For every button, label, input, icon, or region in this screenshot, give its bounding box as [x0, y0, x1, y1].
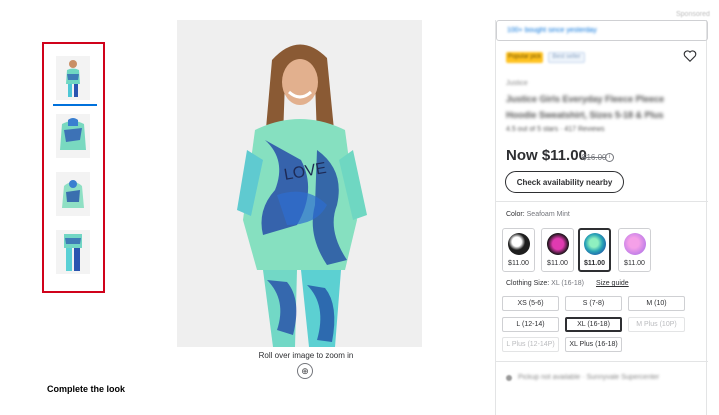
size-option-xs[interactable]: XS (5-6) [502, 296, 559, 311]
product-title-line-1: Justice Girls Everyday Fleece Pleece [506, 94, 665, 104]
size-label-key: Clothing Size: [506, 280, 550, 287]
brand-link[interactable]: Justice [506, 80, 528, 87]
size-option-s[interactable]: S (7-8) [565, 296, 622, 311]
color-swatch-2[interactable]: $11.00 [541, 228, 574, 272]
thumbnail-1[interactable] [56, 56, 90, 100]
complete-the-look-heading: Complete the look [47, 384, 126, 394]
color-label-key: Color: [506, 211, 525, 218]
rating-summary[interactable]: 4.5 out of 5 stars · 417 Reviews [506, 126, 604, 133]
size-label: Clothing Size: XL (16-18) [506, 280, 584, 287]
fulfillment-text: Pickup not available · Sunnyvale Superce… [518, 374, 660, 381]
color-label: Color: Seafoam Mint [506, 211, 570, 218]
swatch-image [624, 233, 646, 255]
social-proof-bar: 100+ bought since yesterday [496, 20, 708, 41]
size-label-value: XL (16-18) [551, 280, 584, 287]
was-price: $16.00 [582, 153, 607, 162]
swatch-price: $11.00 [583, 260, 606, 267]
size-option-l[interactable]: L (12-14) [502, 317, 559, 332]
zoom-icon[interactable]: ⊕ [297, 363, 313, 379]
badge-popular: Popular pick [506, 52, 543, 63]
swatch-price: $11.00 [624, 260, 645, 267]
sponsored-label: Sponsored [676, 11, 710, 18]
swatch-image [508, 233, 530, 255]
product-title-line-2: Hoodie Sweatshirt, Sizes 5-18 & Plus [506, 110, 664, 120]
size-guide-link[interactable]: Size guide [596, 280, 629, 287]
size-option-xl-plus[interactable]: XL Plus (16-18) [565, 337, 622, 352]
size-option-xl-selected[interactable]: XL (16-18) [565, 317, 622, 332]
color-swatch-3-selected[interactable]: $11.00 [578, 228, 611, 272]
pickup-icon [506, 375, 512, 381]
divider [496, 201, 708, 202]
check-availability-button[interactable]: Check availability nearby [505, 171, 624, 193]
social-proof-text: 100+ bought since yesterday [507, 27, 597, 34]
thumbnail-rail [42, 42, 105, 293]
size-option-m-plus[interactable]: M Plus (10P) [628, 317, 685, 332]
thumbnail-3[interactable] [56, 172, 90, 216]
thumbnail-2[interactable] [56, 114, 90, 158]
info-icon[interactable]: i [605, 153, 614, 162]
color-swatch-4[interactable]: $11.00 [618, 228, 651, 272]
swatch-image [547, 233, 569, 255]
thumbnail-selected-indicator [53, 104, 97, 106]
product-info-panel: 100+ bought since yesterday Popular pick… [495, 20, 708, 415]
size-option-m[interactable]: M (10) [628, 296, 685, 311]
divider [496, 361, 708, 362]
zoom-hint: Roll over image to zoom in [258, 351, 354, 360]
thumbnail-4[interactable] [56, 230, 90, 274]
color-swatch-1[interactable]: $11.00 [502, 228, 535, 272]
swatch-price: $11.00 [508, 260, 529, 267]
product-main-image[interactable]: LOVE [177, 20, 422, 347]
heart-icon[interactable] [683, 49, 697, 63]
current-price: Now $11.00 [506, 147, 587, 164]
swatch-image [584, 233, 606, 255]
swatch-price: $11.00 [547, 260, 568, 267]
color-label-value: Seafoam Mint [526, 211, 570, 218]
badge-secondary: Best seller [548, 52, 585, 63]
size-option-l-plus[interactable]: L Plus (12-14P) [502, 337, 559, 352]
